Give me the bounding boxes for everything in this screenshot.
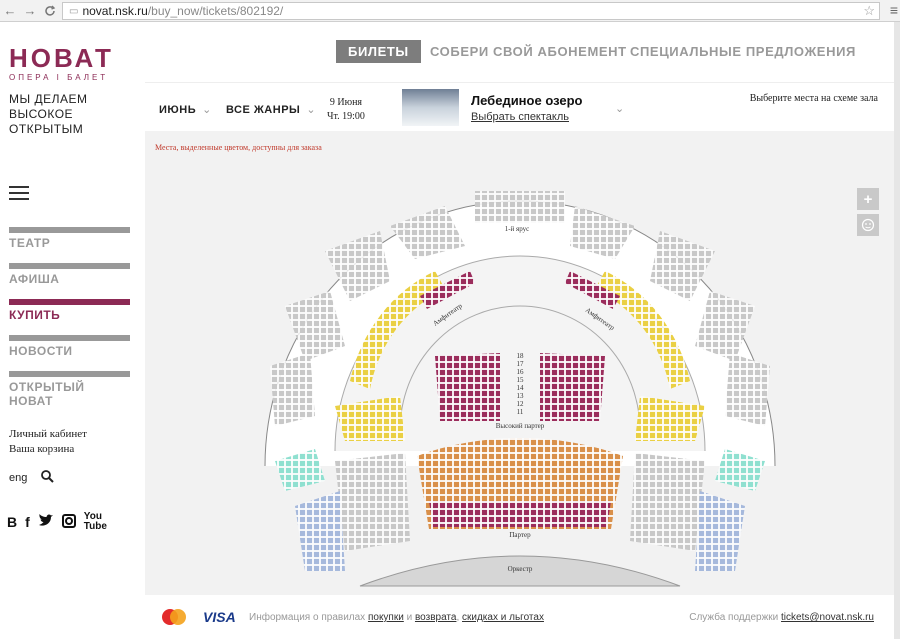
browser-toolbar: ← → ▭ novat.nsk.ru/buy_now/tickets/80219… [0,0,900,22]
top-nav: БИЛЕТЫ СОБЕРИ СВОЙ АБОНЕМЕНТ СПЕЦИАЛЬНЫЕ… [145,22,894,82]
sidebar-item-buy[interactable]: КУПИТЬ [9,299,131,335]
seat-map-area: Места, выделенные цветом, доступны для з… [145,131,894,595]
chevron-down-icon: ⌄ [306,104,317,116]
and-text: и [406,612,413,623]
row-label: 15 [517,376,525,384]
chevron-down-icon: ⌄ [202,104,212,116]
tier1-label: 1-й ярус [505,225,530,233]
high-parterre-right [540,353,605,421]
account-links: Личный кабинет Ваша корзина [9,427,87,457]
sidebar-item-open-novat[interactable]: ОТКРЫТЫЙ НОВАТ [9,371,131,408]
hamburger-menu-icon[interactable] [9,186,29,204]
genre-select[interactable]: ВСЕ ЖАНРЫ ⌄ [226,103,316,116]
vk-icon[interactable]: B [7,514,17,530]
row-label: 16 [517,368,525,376]
mastercard-icon [162,609,186,625]
row-label: 14 [517,384,525,392]
youtube-icon[interactable]: You Tube [84,512,107,532]
footer: VISA Информация о правилах покупки и воз… [145,595,894,639]
twitter-icon[interactable] [38,513,54,531]
tier-right-lower [725,353,770,426]
url-path: /buy_now/tickets/802192/ [147,4,284,18]
seat-hint: Выберите места на схеме зала [749,93,878,104]
choose-show-link[interactable]: Выбрать спектакль [471,111,569,123]
row-label: 17 [517,360,525,368]
rules-info: Информация о правилах покупки и возврата… [249,612,544,623]
social-links: B f You Tube [7,512,107,532]
instagram-icon[interactable] [61,513,76,531]
bookmark-star-icon[interactable]: ☆ [863,3,875,19]
row-label: 11 [517,408,524,416]
page-icon: ▭ [69,5,79,17]
box-blue-right [695,491,745,571]
date-day: 9 Июня [329,97,363,108]
sidebar-item-theatre[interactable]: ТЕАТР [9,227,131,263]
support-info: Служба поддержки tickets@novat.nsk.ru [689,612,874,623]
date-time: Чт. 19:00 [327,111,365,122]
filters-bar: ИЮНЬ ⌄ ВСЕ ЖАНРЫ ⌄ 9 Июня Чт. 19:00 Лебеди… [145,82,894,130]
box-blue-left [295,491,345,571]
sidebar-item-news[interactable]: НОВОСТИ [9,335,131,371]
browser-menu-icon[interactable]: ≡ [890,2,898,18]
personal-cabinet-link[interactable]: Личный кабинет [9,427,87,442]
support-email-link[interactable]: tickets@novat.nsk.ru [781,612,874,623]
parterre-front-rows [429,501,611,527]
tab-special-offers[interactable]: СПЕЦИАЛЬНЫЕ ПРЕДЛОЖЕНИЯ [630,44,856,59]
search-icon[interactable] [41,470,55,486]
lang-row: eng [9,470,55,486]
address-bar[interactable]: ▭ novat.nsk.ru/buy_now/tickets/802192/ ☆ [62,2,880,20]
row-label: 18 [517,352,525,360]
facebook-icon[interactable]: f [25,514,30,530]
url-host: novat.nsk.ru [82,4,148,18]
sidebar-item-afisha[interactable]: АФИША [9,263,131,299]
high-parterre-left [435,353,500,421]
tier-left-lower [270,353,315,426]
tab-tickets[interactable]: БИЛЕТЫ [336,40,421,63]
month-select[interactable]: ИЮНЬ ⌄ [159,103,212,116]
chevron-down-icon[interactable]: ⌄ [615,102,624,115]
show-title: Лебединое озеро [471,93,583,108]
box-gray-left [335,453,410,551]
slogan: МЫ ДЕЛАЕМ ВЫСОКОЕ ОТКРЫТЫМ [9,92,87,137]
visa-logo: VISA [203,609,236,625]
logo-subtitle: ОПЕРА I БАЛЕТ [9,73,109,82]
rules-text: Информация о правилах [249,612,366,623]
month-value: ИЮНЬ [159,104,197,116]
parterre-label: Партер [509,531,531,539]
sidebar-nav: ТЕАТР АФИША КУПИТЬ НОВОСТИ ОТКРЫТЫЙ НОВА… [9,227,131,408]
genre-value: ВСЕ ЖАНРЫ [226,104,301,116]
cart-link[interactable]: Ваша корзина [9,442,87,457]
orchestra-label: Оркестр [508,565,533,573]
sidebar: НОВАТ ОПЕРА I БАЛЕТ МЫ ДЕЛАЕМ ВЫСОКОЕ ОТ… [0,22,145,639]
show-date[interactable]: 9 Июня Чт. 19:00 [327,96,365,124]
slogan-line: ВЫСОКОЕ [9,107,74,121]
forward-icon[interactable]: → [20,1,40,21]
row-label: 13 [517,392,525,400]
language-switch[interactable]: eng [9,472,27,484]
discounts-link[interactable]: скидках и льготах [462,612,544,623]
seat-map[interactable]: 1-й ярус Амфитеатр Амфитеатр Высокий пар… [145,131,894,595]
tab-subscription[interactable]: СОБЕРИ СВОЙ АБОНЕМЕНТ [430,44,627,59]
row-label: 12 [517,400,525,408]
slogan-line: МЫ ДЕЛАЕМ [9,92,88,106]
high-parterre-row-labels: 18 17 16 15 14 13 12 11 [517,352,525,416]
reload-icon[interactable] [40,1,60,21]
show-thumbnail [402,89,459,126]
logo-text: НОВАТ [9,43,114,73]
box-gray-right [630,453,705,551]
page-scrollbar[interactable] [894,22,900,639]
high-parterre-label: Высокий партер [496,422,545,430]
buy-rules-link[interactable]: покупки [368,612,404,623]
return-rules-link[interactable]: возврата [415,612,456,623]
logo[interactable]: НОВАТ ОПЕРА I БАЛЕТ [9,44,129,84]
slogan-line: ОТКРЫТЫМ [9,122,84,136]
tier1-block-center [475,191,565,223]
back-icon[interactable]: ← [0,1,20,21]
support-text: Служба поддержки [689,612,779,623]
